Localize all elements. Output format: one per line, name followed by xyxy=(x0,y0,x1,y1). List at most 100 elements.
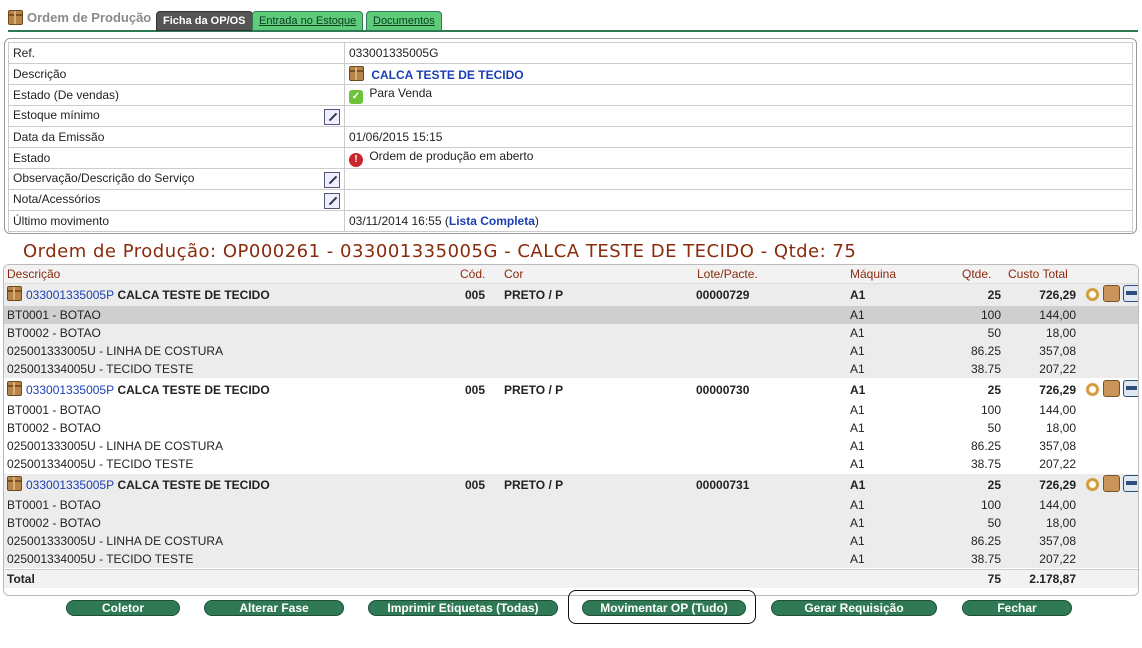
refresh-icon[interactable] xyxy=(1085,287,1100,302)
product-cor: PRETO / P xyxy=(504,288,564,302)
material-row[interactable]: 025001333005U - LINHA DE COSTURA A1 86.25 3… xyxy=(4,342,1138,360)
product-link[interactable]: CALCA TESTE DE TECIDO xyxy=(371,68,523,82)
material-row[interactable]: 025001334005U - TECIDO TESTE A1 38.75 207,2… xyxy=(4,550,1138,568)
info-row-estoque: Estoque mínimo xyxy=(8,105,1133,127)
obs-value xyxy=(344,168,1133,190)
product-row: 033001335005P CALCA TESTE DE TECIDO 005 PR… xyxy=(4,284,1138,306)
material-row[interactable]: BT0001 - BOTAO A1 100 144,00 xyxy=(4,306,1138,324)
estado-vendas-label: Estado (De vendas) xyxy=(8,84,345,106)
product-lote: 00000729 xyxy=(696,288,750,302)
material-desc: BT0001 - BOTAO xyxy=(7,308,101,322)
product-code-link[interactable]: 033001335005P xyxy=(26,383,114,397)
material-custo: 18,00 xyxy=(1045,421,1076,435)
lista-completa-link[interactable]: Lista Completa xyxy=(449,214,535,228)
print-icon[interactable] xyxy=(1123,475,1138,492)
header-custo[interactable]: Custo Total xyxy=(1008,265,1068,283)
material-maquina: A1 xyxy=(850,498,865,512)
header-lote[interactable]: Lote/Pacte. xyxy=(697,265,758,283)
print-icon[interactable] xyxy=(1123,380,1138,397)
header-descricao[interactable]: Descrição xyxy=(7,265,60,283)
material-maquina: A1 xyxy=(850,421,865,435)
product-name: CALCA TESTE DE TECIDO xyxy=(117,383,270,397)
material-row[interactable]: 025001334005U - TECIDO TESTE A1 38.75 207,2… xyxy=(4,360,1138,378)
print-icon[interactable] xyxy=(1123,285,1138,302)
material-desc: 025001334005U - TECIDO TESTE xyxy=(7,552,194,566)
move-box-icon[interactable] xyxy=(1103,380,1120,397)
material-row[interactable]: BT0002 - BOTAO A1 50 18,00 xyxy=(4,419,1138,437)
move-box-icon[interactable] xyxy=(1103,475,1120,492)
grid-header: Descrição Cód. Cor Lote/Pacte. Máquina Q… xyxy=(4,265,1138,284)
material-maquina: A1 xyxy=(850,308,865,322)
material-desc: 025001333005U - LINHA DE COSTURA xyxy=(7,439,224,453)
material-row[interactable]: 025001333005U - LINHA DE COSTURA A1 86.25 3… xyxy=(4,437,1138,455)
material-qtde: 86.25 xyxy=(970,344,1001,358)
refresh-icon[interactable] xyxy=(1085,477,1100,492)
fechar-button[interactable]: Fechar xyxy=(962,600,1072,616)
material-row[interactable]: BT0002 - BOTAO A1 50 18,00 xyxy=(4,324,1138,342)
total-qtde: 75 xyxy=(987,572,1001,586)
info-row-descricao: Descrição CALCA TESTE DE TECIDO xyxy=(8,63,1133,85)
action-icons xyxy=(1082,284,1138,306)
material-row[interactable]: BT0001 - BOTAO A1 100 144,00 xyxy=(4,496,1138,514)
product-name: CALCA TESTE DE TECIDO xyxy=(117,288,270,302)
material-custo: 207,22 xyxy=(1039,552,1076,566)
material-custo: 18,00 xyxy=(1045,326,1076,340)
edit-icon[interactable] xyxy=(324,171,340,188)
total-label: Total xyxy=(7,572,35,586)
emissao-label: Data da Emissão xyxy=(8,126,345,148)
move-box-icon[interactable] xyxy=(1103,285,1120,302)
action-icons xyxy=(1082,379,1138,401)
material-qtde: 50 xyxy=(987,516,1001,530)
material-qtde: 38.75 xyxy=(970,457,1001,471)
product-row: 033001335005P CALCA TESTE DE TECIDO 005 PR… xyxy=(4,379,1138,401)
refresh-icon[interactable] xyxy=(1085,382,1100,397)
product-code-link[interactable]: 033001335005P xyxy=(26,478,114,492)
box-icon xyxy=(7,286,22,301)
product-code-link[interactable]: 033001335005P xyxy=(26,288,114,302)
imprimir-etiquetas-button[interactable]: Imprimir Etiquetas (Todas) xyxy=(368,600,558,616)
total-row: Total 75 2.178,87 xyxy=(4,569,1138,588)
product-qtde: 25 xyxy=(987,288,1001,302)
product-cell: 033001335005P CALCA TESTE DE TECIDO xyxy=(7,379,270,401)
material-custo: 357,08 xyxy=(1039,439,1076,453)
estado-value: Ordem de produção em aberto xyxy=(369,149,534,163)
tab-bar: Ordem de Produção Ficha da OP/OS Entrada… xyxy=(8,8,1138,32)
estado-label: Estado xyxy=(8,147,345,169)
page-heading-label: Ordem de Produção xyxy=(27,10,152,25)
header-maquina[interactable]: Máquina xyxy=(850,265,896,283)
ultimo-cell: 03/11/2014 16:55 (Lista Completa) xyxy=(344,210,1133,232)
edit-icon[interactable] xyxy=(324,108,340,125)
material-maquina: A1 xyxy=(850,403,865,417)
op-title: Ordem de Produção: OP000261 - 0330013350… xyxy=(23,241,857,262)
header-qtde[interactable]: Qtde. xyxy=(962,265,991,283)
tab-ficha[interactable]: Ficha da OP/OS xyxy=(156,11,253,31)
material-maquina: A1 xyxy=(850,326,865,340)
material-row[interactable]: 025001333005U - LINHA DE COSTURA A1 86.25 3… xyxy=(4,532,1138,550)
header-cor[interactable]: Cor xyxy=(504,265,523,283)
tab-entrada-estoque[interactable]: Entrada no Estoque xyxy=(252,11,364,31)
header-cod[interactable]: Cód. xyxy=(460,265,485,283)
material-custo: 144,00 xyxy=(1039,403,1076,417)
tab-documentos[interactable]: Documentos xyxy=(366,11,442,31)
gerar-requisicao-button[interactable]: Gerar Requisição xyxy=(771,600,937,616)
info-row-estado-vendas: Estado (De vendas) ✓ Para Venda xyxy=(8,84,1133,106)
material-desc: 025001334005U - TECIDO TESTE xyxy=(7,362,194,376)
material-row[interactable]: 025001334005U - TECIDO TESTE A1 38.75 207,2… xyxy=(4,455,1138,473)
ultimo-label: Último movimento xyxy=(8,210,345,232)
material-custo: 144,00 xyxy=(1039,498,1076,512)
action-icons xyxy=(1082,474,1138,496)
info-row-estado: Estado ! Ordem de produção em aberto xyxy=(8,147,1133,169)
material-row[interactable]: BT0002 - BOTAO A1 50 18,00 xyxy=(4,514,1138,532)
product-custo: 726,29 xyxy=(1039,288,1076,302)
material-maquina: A1 xyxy=(850,457,865,471)
material-custo: 357,08 xyxy=(1039,534,1076,548)
edit-icon[interactable] xyxy=(324,192,340,209)
alterar-fase-button[interactable]: Alterar Fase xyxy=(204,600,344,616)
material-row[interactable]: BT0001 - BOTAO A1 100 144,00 xyxy=(4,401,1138,419)
check-icon: ✓ xyxy=(349,90,363,104)
material-qtde: 100 xyxy=(980,308,1001,322)
coletor-button[interactable]: Coletor xyxy=(66,600,180,616)
movimentar-op-button[interactable]: Movimentar OP (Tudo) xyxy=(582,600,746,616)
nota-label: Nota/Acessórios xyxy=(13,191,101,206)
material-qtde: 86.25 xyxy=(970,439,1001,453)
